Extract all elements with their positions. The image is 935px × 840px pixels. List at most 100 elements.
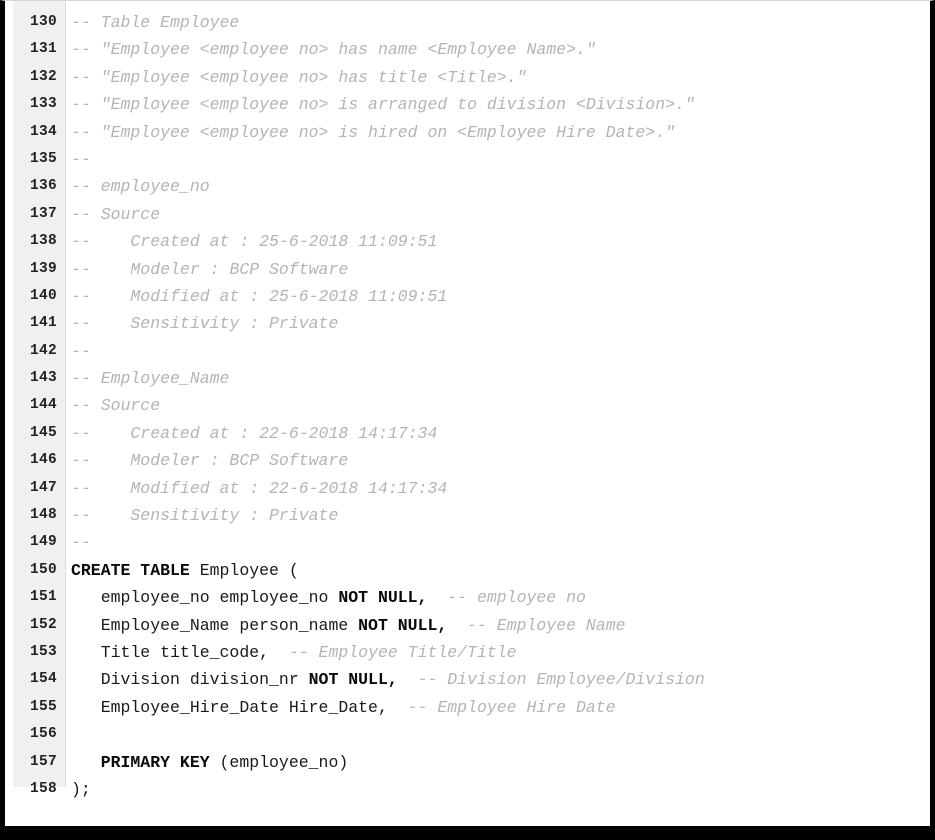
line-number: 143 — [29, 370, 57, 387]
code-token-comment: -- "Employee <employee no> has title <Ti… — [71, 67, 527, 87]
code-line[interactable]: 146 -- Modeler : BCP Software — [5, 447, 930, 474]
line-content[interactable]: CREATE TABLE Employee ( — [71, 557, 299, 584]
line-content[interactable]: -- "Employee <employee no> is hired on <… — [71, 119, 675, 146]
code-token-comment: -- Created at : 22-6-2018 14:17:34 — [71, 423, 438, 443]
code-line[interactable]: 133 -- "Employee <employee no> is arrange… — [5, 91, 930, 118]
code-token-comment: -- Employee_Name — [71, 369, 230, 389]
code-line[interactable]: 145 -- Created at : 22-6-2018 14:17:34 — [5, 420, 930, 447]
line-number: 156 — [29, 726, 57, 743]
code-token-kw: NOT NULL, — [358, 615, 448, 635]
code-token-comment: -- Division Employee/Division — [397, 670, 705, 690]
line-number: 152 — [29, 616, 57, 633]
line-content[interactable]: -- "Employee <employee no> has title <Ti… — [71, 64, 526, 91]
code-line[interactable]: 150 CREATE TABLE Employee ( — [5, 557, 930, 584]
code-token-plain: Employee_Name person_name — [71, 615, 359, 635]
line-content[interactable]: employee_no employee_no NOT NULL, -- emp… — [71, 584, 586, 611]
line-content[interactable]: Employee_Name person_name NOT NULL, -- E… — [71, 612, 626, 639]
code-line[interactable]: 136 -- employee_no — [5, 173, 930, 200]
code-line[interactable]: 148 -- Sensitivity : Private — [5, 502, 930, 529]
line-number: 145 — [29, 424, 57, 441]
code-line[interactable]: 156 — [5, 721, 930, 748]
code-token-comment: -- Employee Name — [447, 615, 626, 635]
code-line[interactable]: 140 -- Modified at : 25-6-2018 11:09:51 — [5, 283, 930, 310]
line-number: 133 — [29, 96, 57, 113]
line-number: 134 — [29, 123, 57, 140]
code-token-comment: -- "Employee <employee no> is hired on <… — [71, 122, 675, 142]
code-token-comment: -- Modified at : 25-6-2018 11:09:51 — [71, 286, 448, 306]
line-content[interactable]: -- Sensitivity : Private — [71, 310, 338, 337]
line-number: 151 — [29, 589, 57, 606]
line-content[interactable]: -- "Employee <employee no> has name <Emp… — [71, 36, 596, 63]
code-token-comment: -- Source — [71, 204, 161, 224]
code-line[interactable]: 157 PRIMARY KEY (employee_no) — [5, 749, 930, 776]
code-token-kw: NOT NULL, — [338, 588, 428, 608]
line-number: 136 — [29, 178, 57, 195]
code-line[interactable]: 147 -- Modified at : 22-6-2018 14:17:34 — [5, 475, 930, 502]
line-content[interactable]: -- Table Employee — [71, 9, 239, 36]
code-line[interactable]: 154 Division division_nr NOT NULL, -- Di… — [5, 666, 930, 693]
code-line[interactable]: 134 -- "Employee <employee no> is hired o… — [5, 119, 930, 146]
code-token-plain: Title title_code, — [71, 642, 270, 662]
line-content[interactable]: -- Modeler : BCP Software — [71, 256, 348, 283]
line-content[interactable]: PRIMARY KEY (employee_no) — [71, 749, 349, 776]
code-line[interactable]: 132 -- "Employee <employee no> has title … — [5, 64, 930, 91]
code-line[interactable]: 155 Employee_Hire_Date Hire_Date, -- Emp… — [5, 694, 930, 721]
line-content[interactable]: -- employee_no — [71, 173, 210, 200]
code-token-comment: -- employee no — [427, 588, 586, 608]
line-number: 150 — [29, 561, 57, 578]
line-number: 144 — [29, 397, 57, 414]
line-content[interactable]: -- "Employee <employee no> is arranged t… — [71, 91, 695, 118]
code-lines-container[interactable]: 130 -- Table Employee 131 -- "Employee <emp… — [5, 1, 930, 803]
code-token-comment: -- — [71, 533, 91, 553]
code-editor-window: 130 -- Table Employee 131 -- "Employee <emp… — [0, 0, 935, 840]
line-content[interactable]: -- — [71, 529, 91, 556]
code-token-comment: -- Source — [71, 396, 161, 416]
code-line[interactable]: 144 -- Source — [5, 392, 930, 419]
code-token-comment: -- Employee Title/Title — [269, 642, 517, 662]
code-line[interactable]: 141 -- Sensitivity : Private — [5, 310, 930, 337]
line-number: 148 — [29, 507, 57, 524]
line-number: 137 — [29, 205, 57, 222]
code-line[interactable]: 153 Title title_code, -- Employee Title/… — [5, 639, 930, 666]
line-content[interactable]: -- — [71, 338, 91, 365]
line-content[interactable]: Title title_code, -- Employee Title/Titl… — [71, 639, 517, 666]
code-token-comment: -- — [71, 149, 91, 169]
code-line[interactable]: 137 -- Source — [5, 201, 930, 228]
line-content[interactable]: -- Employee_Name — [71, 365, 229, 392]
code-line[interactable]: 131 -- "Employee <employee no> has name <… — [5, 36, 930, 63]
line-content[interactable]: -- Modified at : 22-6-2018 14:17:34 — [71, 475, 447, 502]
code-token-kw: NOT NULL, — [308, 670, 398, 690]
line-number: 154 — [29, 671, 57, 688]
line-content[interactable]: -- Sensitivity : Private — [71, 502, 338, 529]
line-number: 139 — [29, 260, 57, 277]
line-content[interactable]: Division division_nr NOT NULL, -- Divisi… — [71, 666, 705, 693]
line-content[interactable]: Employee_Hire_Date Hire_Date, -- Employe… — [71, 694, 616, 721]
code-line[interactable]: 149 -- — [5, 529, 930, 556]
code-line[interactable]: 152 Employee_Name person_name NOT NULL, … — [5, 612, 930, 639]
line-content[interactable]: -- Modified at : 25-6-2018 11:09:51 — [71, 283, 447, 310]
code-line[interactable]: 151 employee_no employee_no NOT NULL, --… — [5, 584, 930, 611]
code-line[interactable]: 130 -- Table Employee — [5, 9, 930, 36]
line-content[interactable]: -- Source — [71, 392, 160, 419]
code-token-comment: -- "Employee <employee no> is arranged t… — [71, 95, 695, 115]
line-number: 147 — [29, 479, 57, 496]
code-line[interactable]: 158); — [5, 776, 930, 803]
line-number: 157 — [29, 753, 57, 770]
code-token-comment: -- "Employee <employee no> has name <Emp… — [71, 40, 596, 60]
line-content[interactable]: -- Modeler : BCP Software — [71, 447, 348, 474]
line-content[interactable]: -- Source — [71, 201, 160, 228]
line-number: 158 — [29, 780, 57, 797]
code-line[interactable]: 143 -- Employee_Name — [5, 365, 930, 392]
line-number: 149 — [29, 534, 57, 551]
code-surface[interactable]: 130 -- Table Employee 131 -- "Employee <emp… — [5, 1, 930, 826]
code-token-plain: Division division_nr — [71, 670, 309, 690]
code-line[interactable]: 139 -- Modeler : BCP Software — [5, 256, 930, 283]
line-content[interactable]: -- Created at : 22-6-2018 14:17:34 — [71, 420, 437, 447]
code-line[interactable]: 142 -- — [5, 338, 930, 365]
line-content[interactable]: -- — [71, 146, 91, 173]
code-line[interactable]: 138 -- Created at : 25-6-2018 11:09:51 — [5, 228, 930, 255]
line-content[interactable]: ); — [71, 776, 91, 803]
line-content[interactable]: -- Created at : 25-6-2018 11:09:51 — [71, 228, 437, 255]
line-number: 153 — [29, 643, 57, 660]
code-line[interactable]: 135 -- — [5, 146, 930, 173]
